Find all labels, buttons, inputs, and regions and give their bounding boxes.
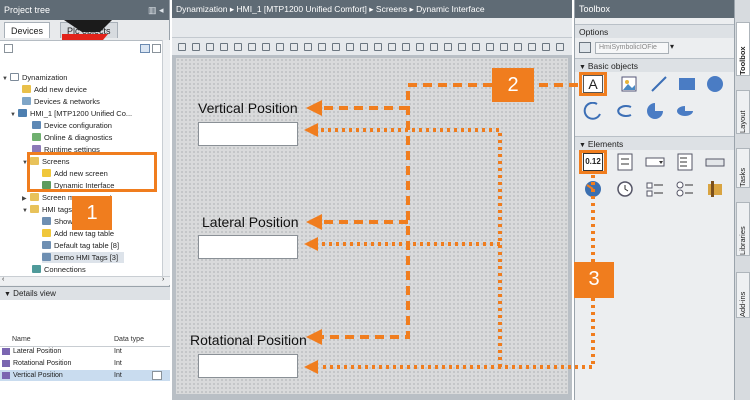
arrowhead <box>306 329 322 345</box>
dashed-arrow-line <box>322 83 492 339</box>
arrowhead <box>306 100 322 116</box>
arrowhead <box>304 360 318 374</box>
dotted-arrow-line <box>320 298 595 369</box>
arrowhead <box>306 214 322 230</box>
annotation-arrows <box>304 83 595 374</box>
arrowhead <box>304 123 318 137</box>
arrowhead <box>304 237 318 251</box>
